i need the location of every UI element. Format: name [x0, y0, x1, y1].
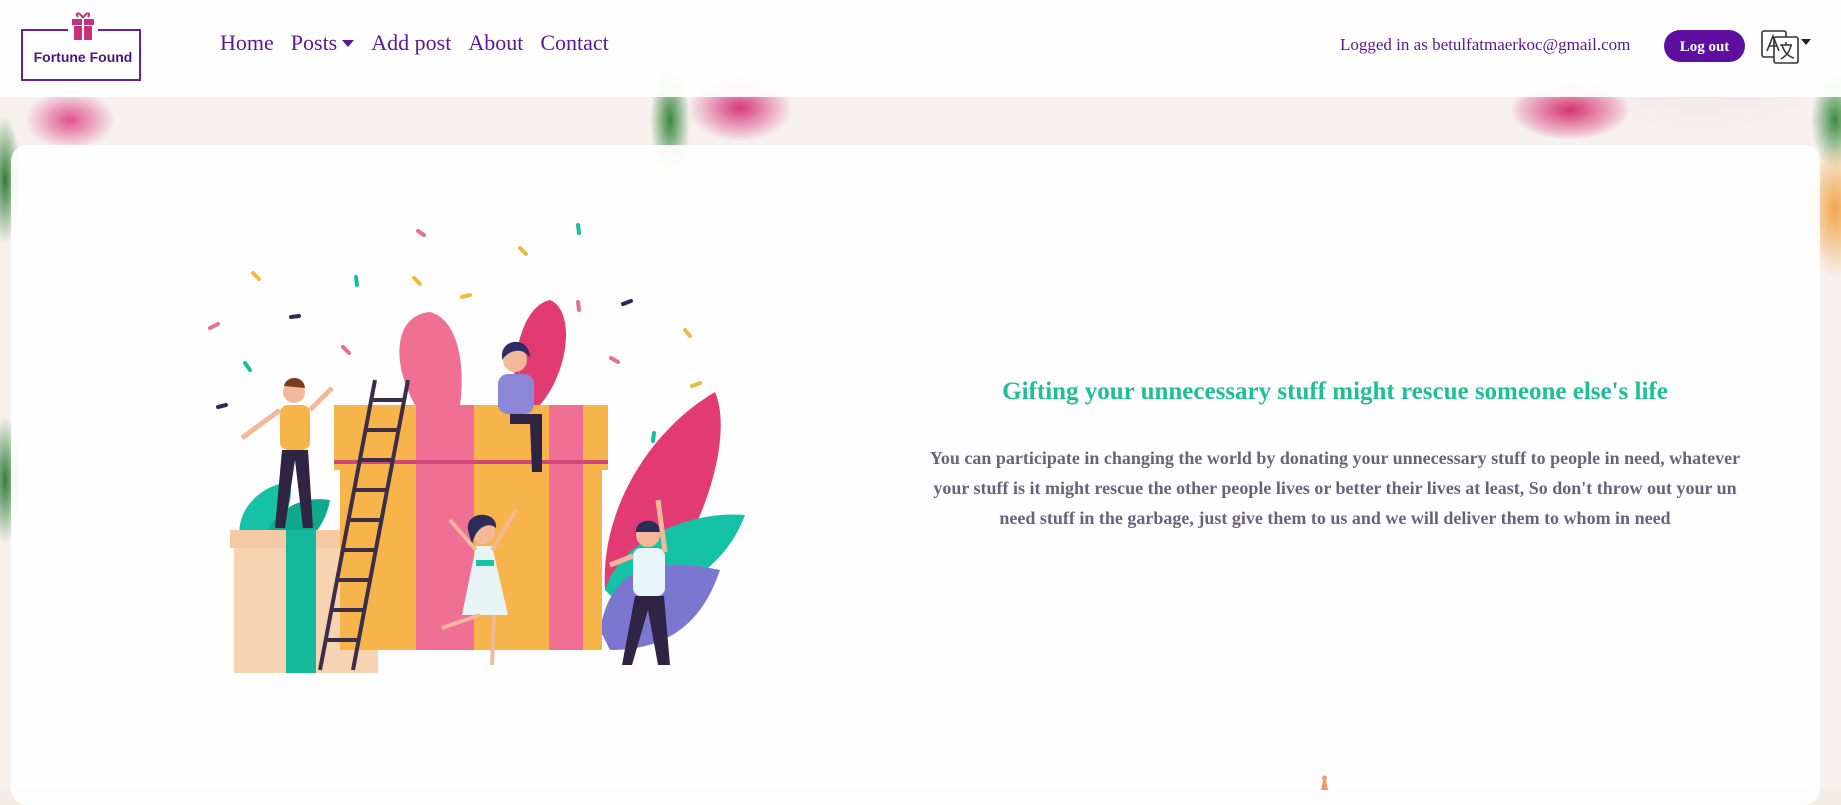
chevron-down-icon: [1801, 39, 1811, 45]
nav-contact[interactable]: Contact: [540, 30, 608, 56]
main-nav: Home Posts Add post About Contact: [220, 30, 626, 56]
hero-description: You can participate in changing the worl…: [929, 448, 1741, 528]
gift-celebration-illustration: [208, 223, 745, 673]
partial-illustration: [1321, 775, 1328, 790]
nav-about[interactable]: About: [468, 30, 523, 56]
chevron-down-icon: [342, 39, 355, 47]
nav-add-post[interactable]: Add post: [371, 30, 451, 56]
language-dropdown[interactable]: [1760, 27, 1811, 65]
nav-posts-dropdown[interactable]: Posts: [290, 30, 355, 56]
brand-logo[interactable]: Fortune Found: [21, 9, 145, 84]
logout-button[interactable]: Log out: [1664, 30, 1745, 62]
translate-icon: [1761, 30, 1799, 64]
navbar: Fortune Found Home Posts Add post About …: [0, 0, 1841, 97]
logged-in-text: Logged in as betulfatmaerkoc@gmail.com: [1340, 35, 1631, 54]
brand-name: Fortune Found: [33, 49, 133, 65]
nav-home[interactable]: Home: [220, 30, 274, 56]
gift-icon: [72, 12, 94, 40]
nav-posts-label: Posts: [290, 30, 338, 55]
hero-headline: Gifting your unnecessary stuff might res…: [1002, 377, 1668, 405]
